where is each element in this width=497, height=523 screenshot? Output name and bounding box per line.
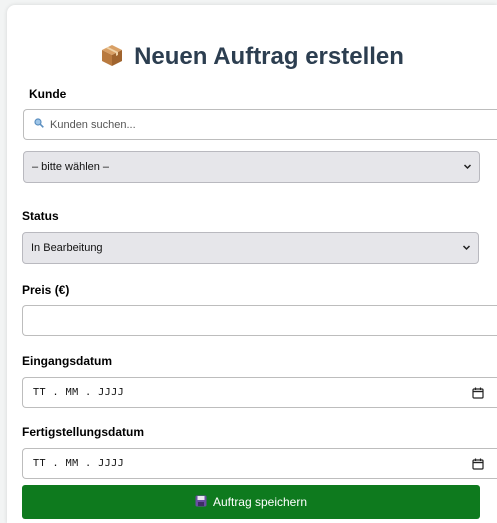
completion-date-input[interactable]: TT . MM . JJJJ xyxy=(22,448,497,479)
chevron-down-icon xyxy=(463,162,472,174)
customer-select[interactable]: – bitte wählen – xyxy=(23,151,480,183)
price-label: Preis (€) xyxy=(22,283,70,297)
page-title: Neuen Auftrag erstellen xyxy=(7,43,497,74)
page-title-text: Neuen Auftrag erstellen xyxy=(134,43,404,70)
calendar-icon[interactable] xyxy=(472,387,484,402)
search-icon xyxy=(34,118,44,131)
floppy-disk-icon xyxy=(195,495,207,510)
customer-label: Kunde xyxy=(29,87,67,101)
customer-select-value: – bitte wählen – xyxy=(32,161,110,173)
customer-search-placeholder: Kunden suchen... xyxy=(50,118,136,131)
status-select[interactable]: In Bearbeitung xyxy=(22,232,479,264)
completion-date-placeholder: TT . MM . JJJJ xyxy=(33,458,125,469)
price-input[interactable] xyxy=(22,305,497,336)
order-form-card: Neuen Auftrag erstellen Kunde Kunden suc… xyxy=(7,5,497,523)
received-date-input[interactable]: TT . MM . JJJJ xyxy=(22,377,497,408)
chevron-down-icon xyxy=(462,243,471,255)
received-date-placeholder: TT . MM . JJJJ xyxy=(33,387,125,398)
save-order-button[interactable]: Auftrag speichern xyxy=(22,485,480,519)
status-label: Status xyxy=(22,209,59,223)
received-date-label: Eingangsdatum xyxy=(22,354,113,368)
calendar-icon[interactable] xyxy=(472,458,484,473)
save-order-button-label: Auftrag speichern xyxy=(212,495,308,509)
status-select-value: In Bearbeitung xyxy=(31,242,103,254)
customer-search-input[interactable]: Kunden suchen... xyxy=(23,109,497,140)
package-icon xyxy=(100,43,124,74)
completion-date-label: Fertigstellungsdatum xyxy=(22,425,145,439)
